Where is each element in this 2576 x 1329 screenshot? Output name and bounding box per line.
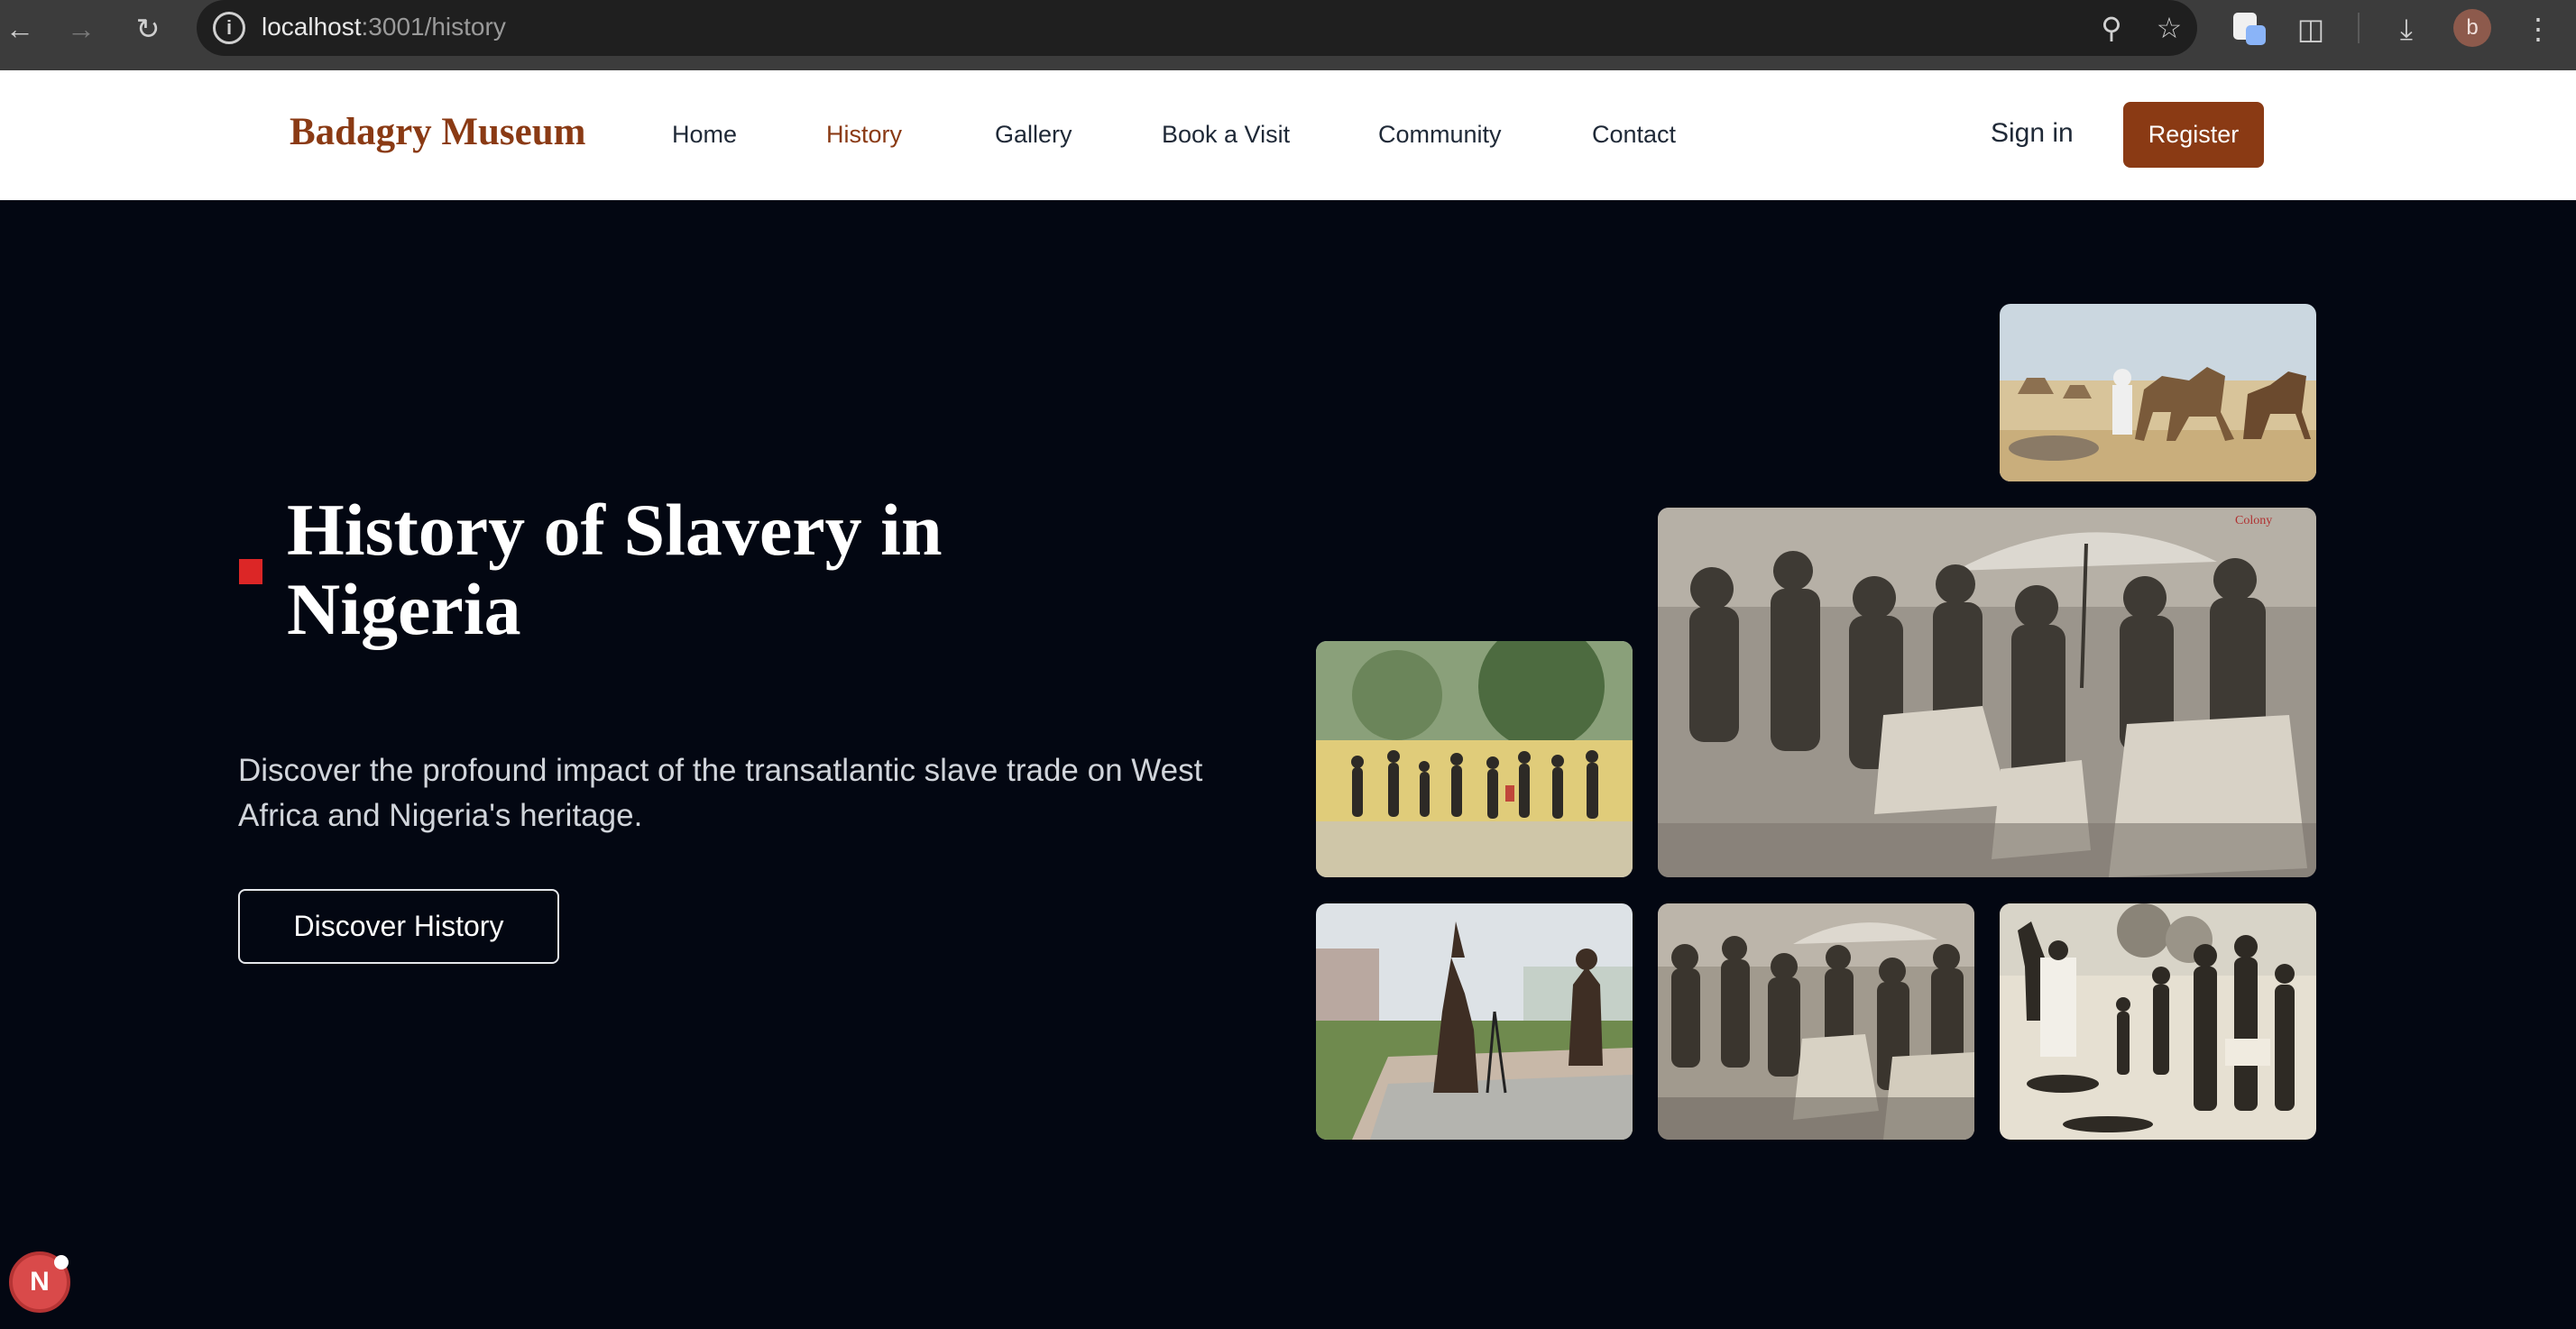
title-accent-marker [239,559,262,584]
url-text[interactable]: localhost:3001/history [262,13,506,41]
address-bar[interactable]: i localhost:3001/history ⚲ ☆ [197,0,2197,56]
caravan-desert-image [2000,304,2316,481]
brand-logo[interactable]: Badagry Museum [290,110,585,154]
nav-community[interactable]: Community [1378,121,1502,149]
toolbar-divider [2358,13,2360,43]
site-header: Badagry Museum Home History Gallery Book… [0,70,2576,200]
browser-chrome: ← → ↻ i localhost:3001/history ⚲ ☆ ◫ ⤓ b… [0,0,2576,70]
crowd-small-image [1658,903,1974,1140]
zoom-icon[interactable]: ⚲ [2094,11,2129,45]
register-button[interactable]: Register [2123,102,2264,168]
bookmark-star-icon[interactable]: ☆ [2152,11,2186,45]
nav-book-a-visit[interactable]: Book a Visit [1162,121,1290,149]
nav-history[interactable]: History [826,121,902,149]
download-icon[interactable]: ⤓ [2388,11,2424,47]
sign-in-link[interactable]: Sign in [1991,118,2074,149]
svg-text:Colony: Colony [2235,514,2272,527]
reload-icon[interactable]: ↻ [130,11,166,47]
url-path: :3001/history [361,13,506,41]
nav-contact[interactable]: Contact [1592,121,1676,149]
hero-description: Discover the profound impact of the tran… [238,753,1203,833]
page-title: History of Slavery in Nigeria [287,489,943,650]
beach-captives-image [2000,903,2316,1140]
site-info-icon[interactable]: i [213,12,245,44]
captives-march-image [1316,641,1633,877]
menu-kebab-icon[interactable]: ⋮ [2520,11,2556,47]
profile-avatar[interactable]: b [2453,9,2491,47]
crowd-with-umbrella-image: Colony [1658,508,2316,877]
url-host: localhost [262,13,362,41]
back-arrow-icon[interactable]: ← [2,11,38,47]
dev-indicator-dot [54,1255,69,1269]
extension-icon[interactable] [2233,13,2266,45]
extensions-puzzle-icon[interactable]: ◫ [2293,11,2329,47]
badagry-statues-image [1316,903,1633,1140]
forward-arrow-icon[interactable]: → [63,11,99,47]
discover-history-button[interactable]: Discover History [238,889,559,964]
nav-home[interactable]: Home [672,121,737,149]
nav-gallery[interactable]: Gallery [995,121,1072,149]
